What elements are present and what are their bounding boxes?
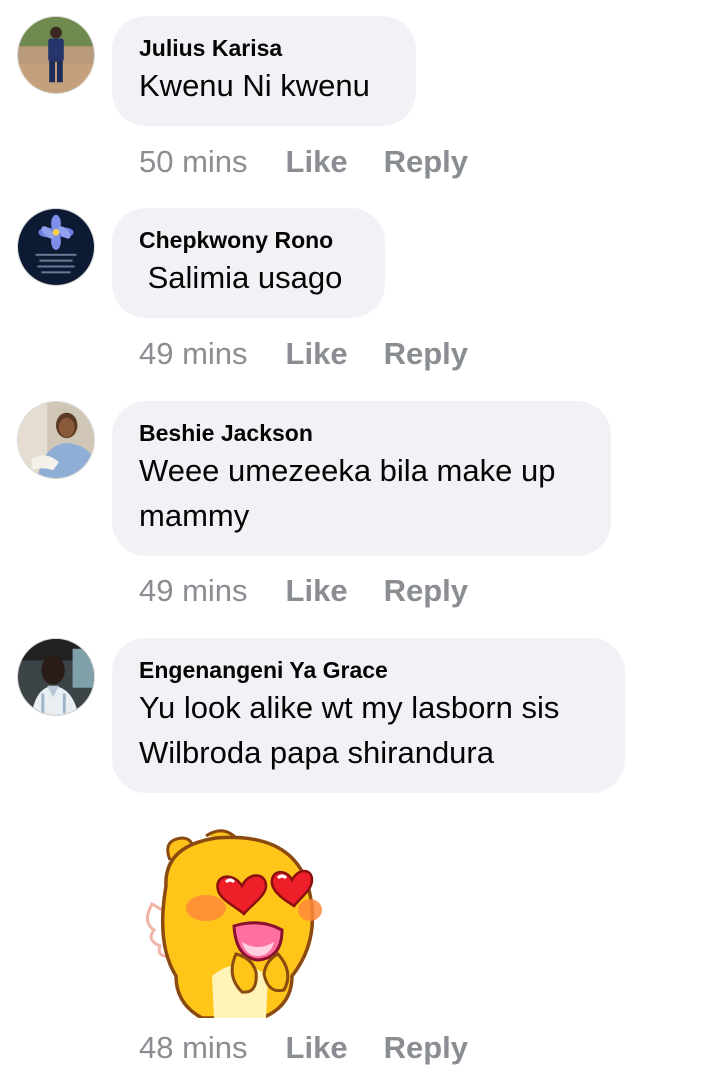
like-button[interactable]: Like [286,144,348,180]
like-button[interactable]: Like [286,336,348,372]
comment-bubble: Beshie Jackson Weee umezeeka bila make u… [112,401,611,556]
comment-bubble: Julius Karisa Kwenu Ni kwenu [112,16,416,126]
comment-time[interactable]: 49 mins [139,336,248,372]
avatar[interactable] [17,401,95,479]
person-standing-avatar-icon [18,17,94,93]
avatar[interactable] [17,208,95,286]
comment-actions: 50 mins Like Reply [139,144,468,180]
heart-eyes-chick-sticker-icon[interactable] [142,826,324,1020]
comment-actions: 48 mins Like Reply [139,1030,468,1066]
comment-text: Kwenu Ni kwenu [139,68,370,103]
reply-button[interactable]: Reply [384,573,468,609]
comment-author[interactable]: Beshie Jackson [139,419,583,447]
reply-button[interactable]: Reply [384,1030,468,1066]
comment-actions: 49 mins Like Reply [139,573,468,609]
like-button[interactable]: Like [286,1030,348,1066]
comment-text: Weee umezeeka bila make up mammy [139,453,565,533]
person-portrait-avatar-icon [18,402,94,478]
comment-actions: 49 mins Like Reply [139,336,468,372]
avatar[interactable] [17,16,95,94]
reply-button[interactable]: Reply [384,336,468,372]
comment-author[interactable]: Engenangeni Ya Grace [139,656,597,684]
comment-time[interactable]: 49 mins [139,573,248,609]
like-button[interactable]: Like [286,573,348,609]
comment-bubble: Chepkwony Rono Salimia usago [112,208,385,318]
avatar[interactable] [17,638,95,716]
comment-text: Yu look alike wt my lasborn sis Wilbroda… [139,690,569,770]
comment-time[interactable]: 50 mins [139,144,248,180]
flower-avatar-icon [18,209,94,285]
reply-button[interactable]: Reply [384,144,468,180]
comment-time[interactable]: 48 mins [139,1030,248,1066]
comment-author[interactable]: Chepkwony Rono [139,226,357,254]
person-selfie-avatar-icon [18,639,94,715]
comment-text: Salimia usago [139,260,343,295]
comment-author[interactable]: Julius Karisa [139,34,388,62]
comment-bubble: Engenangeni Ya Grace Yu look alike wt my… [112,638,625,793]
